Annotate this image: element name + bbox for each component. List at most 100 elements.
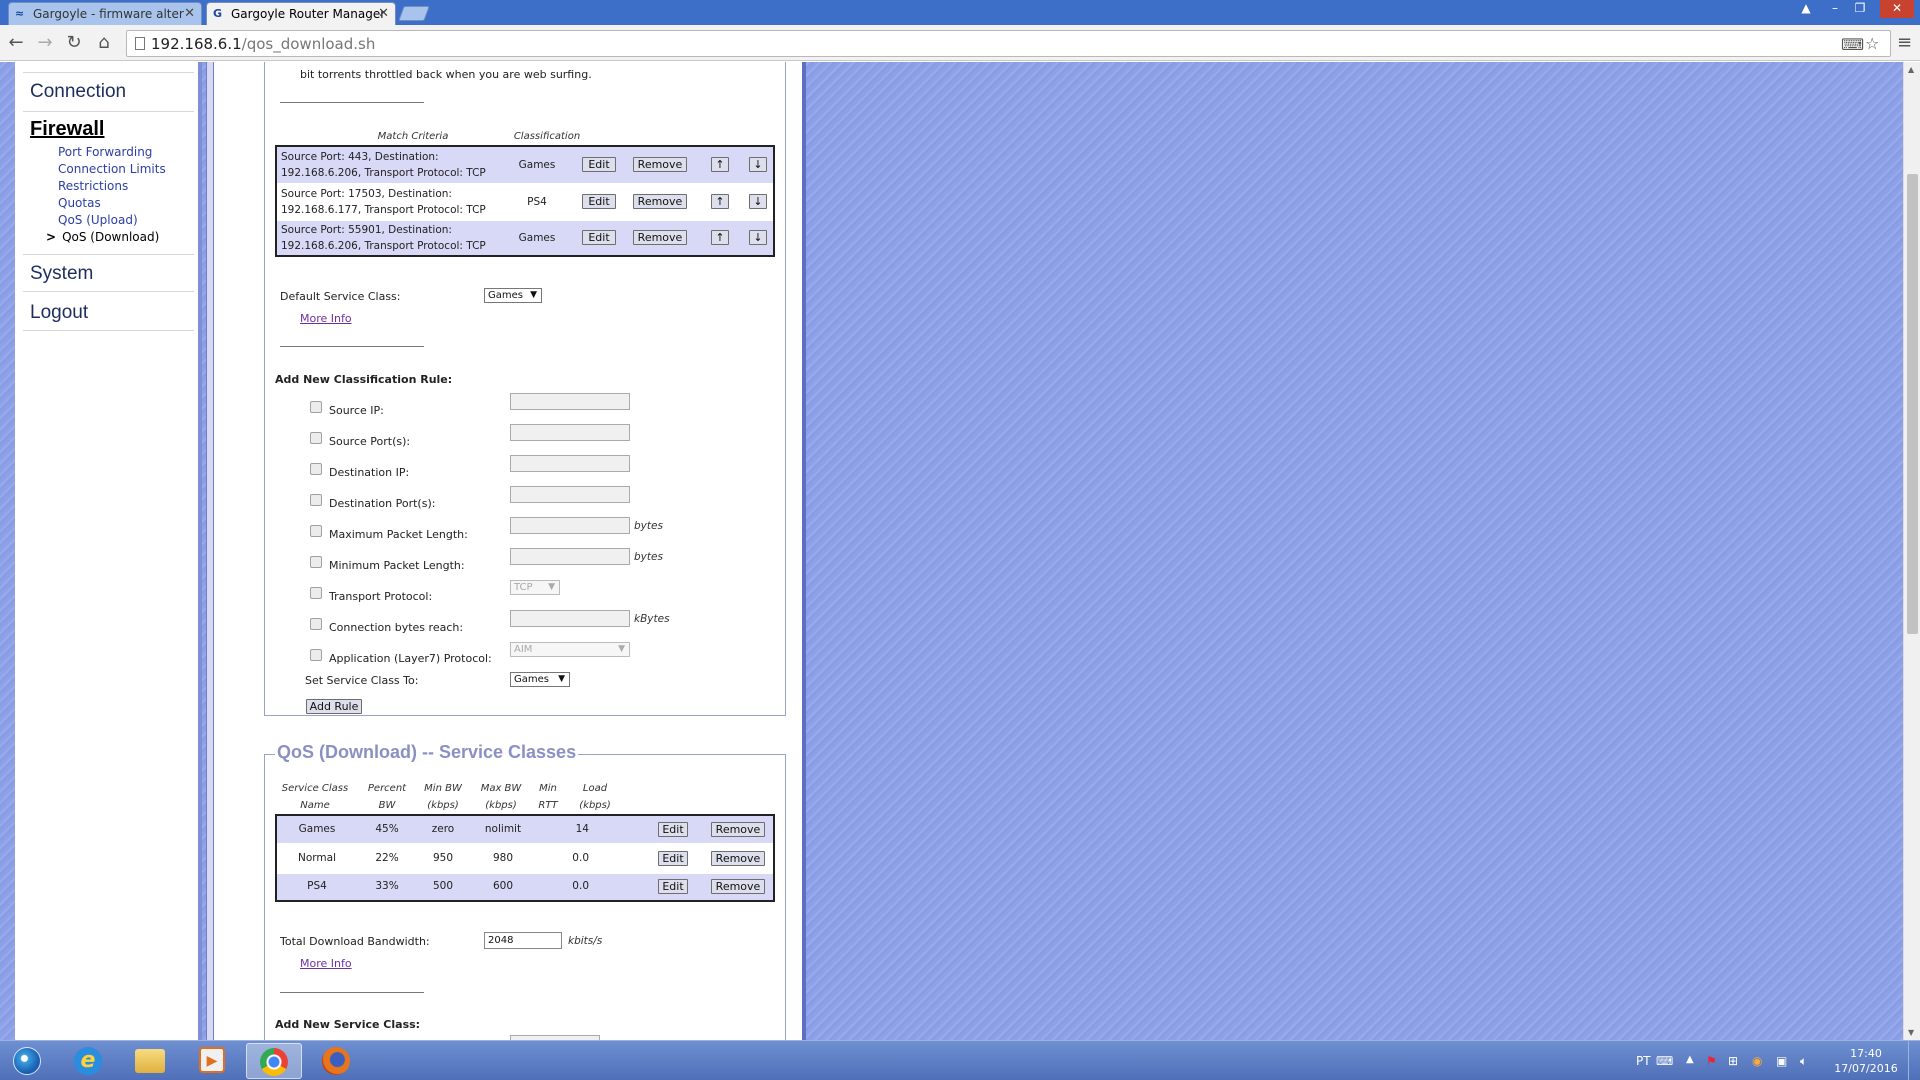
avast-icon[interactable]: ◉ xyxy=(1752,1054,1762,1068)
taskbar-media-player[interactable]: ▶ xyxy=(184,1043,240,1079)
connection-bytes-input[interactable] xyxy=(510,610,630,627)
nav-connection[interactable]: Connection xyxy=(30,81,198,103)
set-service-class-select[interactable]: Games ▼ xyxy=(510,672,570,687)
header-min-rtt: Min RTT xyxy=(528,780,568,814)
nav-connection-limits[interactable]: Connection Limits xyxy=(58,161,198,178)
page-scrollbar[interactable]: ▲ ▼ xyxy=(1903,62,1920,1040)
show-hidden-icons-icon[interactable]: ▲ xyxy=(1686,1054,1694,1065)
rule-match-line1: Source Port: 55901, Destination: xyxy=(281,224,452,236)
destination-ip-label: Destination IP: xyxy=(329,466,410,479)
remove-rule-button[interactable]: Remove xyxy=(633,194,687,209)
translate-icon[interactable]: ⌨ xyxy=(1841,35,1864,54)
user-profile-icon[interactable]: ▲ xyxy=(1795,0,1817,18)
source-ip-checkbox[interactable] xyxy=(310,401,322,413)
bookmark-star-icon[interactable]: ☆ xyxy=(1865,34,1879,53)
edit-rule-button[interactable]: Edit xyxy=(582,157,616,172)
more-info-link[interactable]: More Info xyxy=(300,312,352,325)
nav-restrictions[interactable]: Restrictions xyxy=(58,178,198,195)
layer7-protocol-select[interactable]: AIM ▼ xyxy=(510,642,630,657)
more-info-link[interactable]: More Info xyxy=(300,957,352,970)
forward-arrow-icon[interactable]: → xyxy=(33,31,57,55)
home-icon[interactable]: ⌂ xyxy=(92,31,116,55)
edit-rule-button[interactable]: Edit xyxy=(582,194,616,209)
browser-tab-router-manager[interactable]: G Gargoyle Router Manager ✕ xyxy=(206,2,396,25)
language-indicator[interactable]: PT xyxy=(1636,1054,1651,1068)
taskbar-chrome[interactable] xyxy=(246,1043,302,1079)
media-player-icon: ▶ xyxy=(199,1047,225,1073)
nav-qos-upload[interactable]: QoS (Upload) xyxy=(58,212,198,229)
back-arrow-icon[interactable]: ← xyxy=(4,31,28,55)
minimize-icon[interactable]: – xyxy=(1824,0,1846,18)
nav-logout[interactable]: Logout xyxy=(30,302,198,324)
total-bandwidth-input[interactable]: 2048 xyxy=(484,932,562,949)
min-packet-length-checkbox[interactable] xyxy=(310,556,322,568)
close-window-icon[interactable]: ✕ xyxy=(1880,0,1914,18)
volume-icon[interactable]: 🔈︎ xyxy=(1800,1054,1807,1069)
move-down-button[interactable]: ↓ xyxy=(749,157,767,172)
show-desktop-button[interactable] xyxy=(1908,1041,1920,1080)
edit-class-button[interactable]: Edit xyxy=(658,879,688,894)
destination-ip-checkbox[interactable] xyxy=(310,463,322,475)
browser-tab-gargoyle-firmware[interactable]: ≈ Gargoyle - firmware alter ✕ xyxy=(8,2,202,25)
edit-class-button[interactable]: Edit xyxy=(658,851,688,866)
remove-rule-button[interactable]: Remove xyxy=(633,157,687,172)
rule-match-line2: 192.168.6.206, Transport Protocol: TCP xyxy=(281,240,486,252)
remove-rule-button[interactable]: Remove xyxy=(633,230,687,245)
nav-system[interactable]: System xyxy=(30,263,198,285)
add-rule-button[interactable]: Add Rule xyxy=(306,699,362,714)
destination-ports-checkbox[interactable] xyxy=(310,494,322,506)
nav-firewall[interactable]: Firewall xyxy=(30,118,198,141)
source-ports-checkbox[interactable] xyxy=(310,432,322,444)
destination-ip-input[interactable] xyxy=(510,455,630,472)
nav-quotas[interactable]: Quotas xyxy=(58,195,198,212)
nav-qos-download[interactable]: > QoS (Download) xyxy=(46,229,198,246)
rule-match-line2: 192.168.6.177, Transport Protocol: TCP xyxy=(281,204,486,216)
close-tab-icon[interactable]: ✕ xyxy=(378,6,389,21)
taskbar-file-explorer[interactable] xyxy=(122,1043,178,1079)
keyboard-icon[interactable]: ⌨ xyxy=(1656,1054,1673,1068)
taskbar-firefox[interactable] xyxy=(308,1043,364,1079)
scrollbar-thumb[interactable] xyxy=(1907,174,1918,634)
restore-icon[interactable]: ❐ xyxy=(1849,0,1871,18)
nav-port-forwarding[interactable]: Port Forwarding xyxy=(58,144,198,161)
source-ports-label: Source Port(s): xyxy=(329,435,411,448)
remove-class-button[interactable]: Remove xyxy=(711,879,765,894)
max-packet-length-input[interactable] xyxy=(510,517,630,534)
move-up-button[interactable]: ↑ xyxy=(711,230,729,245)
remove-class-button[interactable]: Remove xyxy=(711,851,765,866)
network-icon[interactable]: ▣ xyxy=(1776,1054,1787,1068)
transport-protocol-checkbox[interactable] xyxy=(310,587,322,599)
menu-icon[interactable]: ≡ xyxy=(1897,32,1912,53)
edit-rule-button[interactable]: Edit xyxy=(582,230,616,245)
source-ports-input[interactable] xyxy=(510,424,630,441)
nav-divider xyxy=(23,291,194,292)
start-button[interactable] xyxy=(0,1043,54,1079)
reload-icon[interactable]: ↻ xyxy=(62,31,86,55)
connection-bytes-checkbox[interactable] xyxy=(310,618,322,630)
default-class-select[interactable]: Games ▼ xyxy=(484,288,542,303)
max-packet-length-checkbox[interactable] xyxy=(310,525,322,537)
close-tab-icon[interactable]: ✕ xyxy=(184,6,195,21)
edit-class-button[interactable]: Edit xyxy=(658,822,688,837)
table-row: Normal 22% 950 980 0.0 Edit Remove xyxy=(277,844,773,873)
source-ip-input[interactable] xyxy=(510,393,630,410)
taskbar-internet-explorer[interactable]: e xyxy=(60,1043,116,1079)
move-up-button[interactable]: ↑ xyxy=(711,157,729,172)
remove-class-button[interactable]: Remove xyxy=(711,822,765,837)
divider-line xyxy=(280,346,424,347)
kbytes-unit: kBytes xyxy=(634,613,670,625)
move-down-button[interactable]: ↓ xyxy=(749,230,767,245)
scroll-up-arrow-icon[interactable]: ▲ xyxy=(1908,65,1914,74)
move-down-button[interactable]: ↓ xyxy=(749,194,767,209)
action-center-flag-icon[interactable]: ⚑ xyxy=(1706,1054,1717,1068)
scroll-down-arrow-icon[interactable]: ▼ xyxy=(1908,1028,1914,1037)
address-bar[interactable]: 192.168.6.1/qos_download.sh ⌨ ☆ xyxy=(126,30,1891,57)
layer7-protocol-checkbox[interactable] xyxy=(310,649,322,661)
taskbar-clock[interactable]: 17:40 17/07/2016 xyxy=(1833,1046,1899,1076)
min-packet-length-input[interactable] xyxy=(510,548,630,565)
move-up-button[interactable]: ↑ xyxy=(711,194,729,209)
transport-protocol-select[interactable]: TCP ▼ xyxy=(510,580,560,595)
destination-ports-input[interactable] xyxy=(510,486,630,503)
windows-update-icon[interactable]: ⊞ xyxy=(1728,1054,1738,1068)
new-tab-button[interactable] xyxy=(398,6,430,21)
